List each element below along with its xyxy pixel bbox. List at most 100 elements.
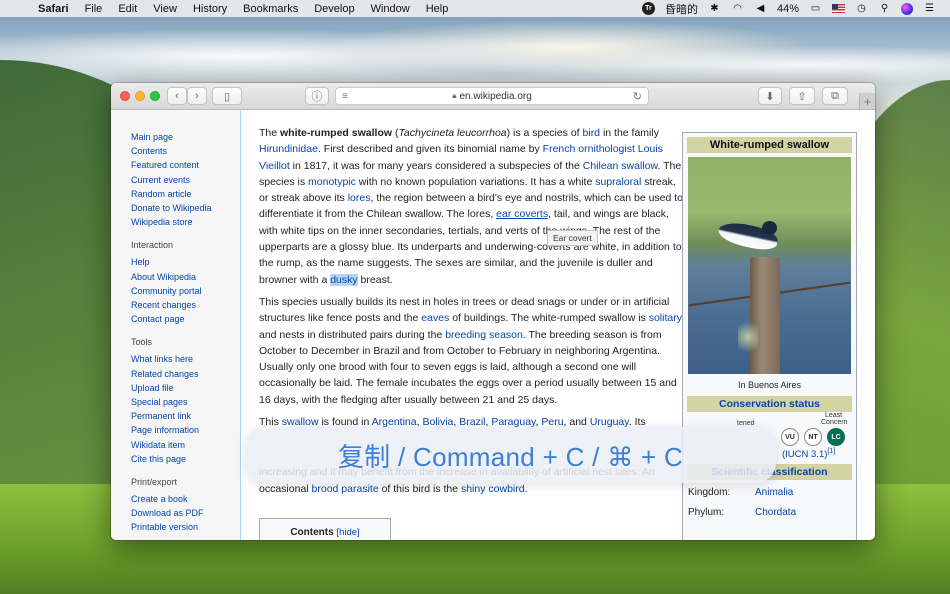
sidebar-link-donate[interactable]: Donate to Wikipedia xyxy=(131,201,240,215)
new-tab-button[interactable]: + xyxy=(859,93,875,109)
link-breeding-season[interactable]: breeding season xyxy=(445,329,523,341)
sidebar-link-printable-version[interactable]: Printable version xyxy=(131,520,240,534)
text: in 1817, it was for many years considere… xyxy=(289,159,583,172)
sidebar-heading-interaction: Interaction xyxy=(131,240,174,251)
link-lores[interactable]: lores xyxy=(348,192,371,204)
menu-help[interactable]: Help xyxy=(426,3,449,15)
link-tooltip: Ear covert xyxy=(547,230,598,246)
sidebar-link-about[interactable]: About Wikipedia xyxy=(131,270,240,284)
bluetooth-icon[interactable]: ✱ xyxy=(708,2,721,15)
sidebar-link-page-information[interactable]: Page information xyxy=(131,423,240,437)
forward-button[interactable]: › xyxy=(187,87,207,105)
menu-window[interactable]: Window xyxy=(371,3,410,15)
link-eaves[interactable]: eaves xyxy=(421,312,449,324)
fullscreen-window-button[interactable] xyxy=(150,91,160,101)
sidebar-toggle-button[interactable]: ▯ xyxy=(212,87,242,105)
sidebar-link-upload-file[interactable]: Upload file xyxy=(131,381,240,395)
reload-icon[interactable]: ↻ xyxy=(633,90,642,103)
link-dusky-selected[interactable]: dusky xyxy=(330,273,358,286)
link-supraloral[interactable]: supraloral xyxy=(595,176,641,188)
status-nt[interactable]: NT xyxy=(804,428,822,446)
toc-hide-link[interactable]: [hide] xyxy=(336,527,359,538)
link-ear-coverts[interactable]: ear coverts xyxy=(496,208,548,220)
sidebar-link-help[interactable]: Help xyxy=(131,255,240,269)
browser-toolbar: ‹ › ▯ ⓘ ≡ 🔒︎ en.wikipedia.org ↻ ⬇ ⇧ ⧉ + xyxy=(111,83,875,110)
status-lc[interactable]: LC xyxy=(827,428,845,446)
minimize-window-button[interactable] xyxy=(135,91,145,101)
tabs-overview-button[interactable]: ⧉ xyxy=(822,87,848,105)
menu-bookmarks[interactable]: Bookmarks xyxy=(243,3,298,15)
spotlight-search-icon[interactable]: ⚲ xyxy=(878,2,891,15)
sidebar-link-download-pdf[interactable]: Download as PDF xyxy=(131,506,240,520)
taxonomy-label: Phylum: xyxy=(688,507,725,518)
sidebar-heading-tools: Tools xyxy=(131,337,153,348)
binomial-name: Tachycineta leucorrhoa xyxy=(398,127,507,139)
link-solitary[interactable]: solitary xyxy=(649,312,682,324)
sidebar-link-random-article[interactable]: Random article xyxy=(131,187,240,201)
menu-app-name[interactable]: Safari xyxy=(38,3,69,15)
infobox-caption: In Buenos Aires xyxy=(737,380,802,390)
sidebar-link-current-events[interactable]: Current events xyxy=(131,173,240,187)
text: of buildings. The white-rumped swallow i… xyxy=(449,312,649,325)
link-hirundinidae[interactable]: Hirundinidae xyxy=(259,143,318,155)
link-brood-parasite[interactable]: brood parasite xyxy=(312,483,379,495)
menu-file[interactable]: File xyxy=(85,3,103,15)
taxonomy-value-kingdom[interactable]: Animalia xyxy=(755,487,793,498)
sidebar-link-related-changes[interactable]: Related changes xyxy=(131,367,240,381)
conservation-status-heading[interactable]: Conservation status xyxy=(687,396,852,412)
bird-photo[interactable] xyxy=(688,157,851,374)
translate-label[interactable]: 昏暗的 xyxy=(665,1,698,17)
extension-button[interactable]: ⓘ xyxy=(305,87,329,105)
sidebar-link-community-portal[interactable]: Community portal xyxy=(131,284,240,298)
link-bird[interactable]: bird xyxy=(583,127,601,139)
downloads-button[interactable]: ⬇ xyxy=(758,87,782,105)
iucn-ref[interactable]: [1] xyxy=(827,448,835,455)
wifi-icon[interactable]: ◠ xyxy=(731,2,744,15)
sidebar-link-special-pages[interactable]: Special pages xyxy=(131,395,240,409)
battery-icon[interactable]: ▭ xyxy=(809,2,822,15)
reader-view-icon[interactable]: ≡ xyxy=(342,91,348,102)
plus-icon: + xyxy=(863,93,872,109)
link-chilean-swallow[interactable]: Chilean swallow xyxy=(583,160,658,172)
menu-history[interactable]: History xyxy=(193,3,227,15)
menu-bar: Safari File Edit View History Bookmarks … xyxy=(0,0,950,17)
menu-develop[interactable]: Develop xyxy=(314,3,354,15)
sidebar-link-recent-changes[interactable]: Recent changes xyxy=(131,298,240,312)
clock-icon[interactable]: ◷ xyxy=(855,2,868,15)
sidebar-link-permanent-link[interactable]: Permanent link xyxy=(131,409,240,423)
sidebar-link-store[interactable]: Wikipedia store xyxy=(131,215,240,229)
sidebar-link-contact[interactable]: Contact page xyxy=(131,312,240,326)
text: . xyxy=(524,482,528,495)
link-monotypic[interactable]: monotypic xyxy=(308,176,356,188)
taxonomy-value-phylum[interactable]: Chordata xyxy=(755,507,796,518)
sidebar-link-create-book[interactable]: Create a book xyxy=(131,492,240,506)
sidebar-print: Create a book Download as PDF Printable … xyxy=(131,492,240,535)
sidebar-link-wikidata-item[interactable]: Wikidata item xyxy=(131,438,240,452)
iucn-link[interactable]: (IUCN 3.1) xyxy=(782,449,827,460)
copy-shortcut-hud: 复制 / Command + C / ⌘ + C xyxy=(245,427,776,483)
input-source-flag-icon[interactable] xyxy=(832,4,845,13)
notification-center-icon[interactable]: ☰ xyxy=(923,2,936,15)
menu-view[interactable]: View xyxy=(153,3,177,15)
menu-edit[interactable]: Edit xyxy=(118,3,137,15)
taxonomy-row-phylum: Phylum: Chordata xyxy=(687,507,852,518)
taxonomy-label: Kingdom: xyxy=(688,487,731,498)
battery-percent[interactable]: 44% xyxy=(777,3,799,15)
sidebar-link-contents[interactable]: Contents xyxy=(131,144,240,158)
translate-icon[interactable]: Tr xyxy=(641,2,655,15)
close-window-button[interactable] xyxy=(120,91,130,101)
volume-icon[interactable]: ◀ xyxy=(754,2,767,15)
link-shiny-cowbird[interactable]: shiny cowbird xyxy=(461,483,525,495)
siri-icon[interactable] xyxy=(901,2,913,15)
status-vu[interactable]: VU xyxy=(781,428,799,446)
text: breast. xyxy=(357,273,393,286)
apple-icon[interactable] xyxy=(14,3,26,15)
back-button[interactable]: ‹ xyxy=(167,87,187,105)
sidebar-link-main-page[interactable]: Main page xyxy=(131,130,240,144)
share-button[interactable]: ⇧ xyxy=(789,87,815,105)
address-bar[interactable]: ≡ 🔒︎ en.wikipedia.org ↻ xyxy=(335,87,649,105)
sidebar-link-cite-page[interactable]: Cite this page xyxy=(131,452,240,466)
sidebar-link-what-links-here[interactable]: What links here xyxy=(131,352,240,366)
sidebar-link-featured-content[interactable]: Featured content xyxy=(131,158,240,172)
download-icon: ⬇ xyxy=(765,90,775,103)
